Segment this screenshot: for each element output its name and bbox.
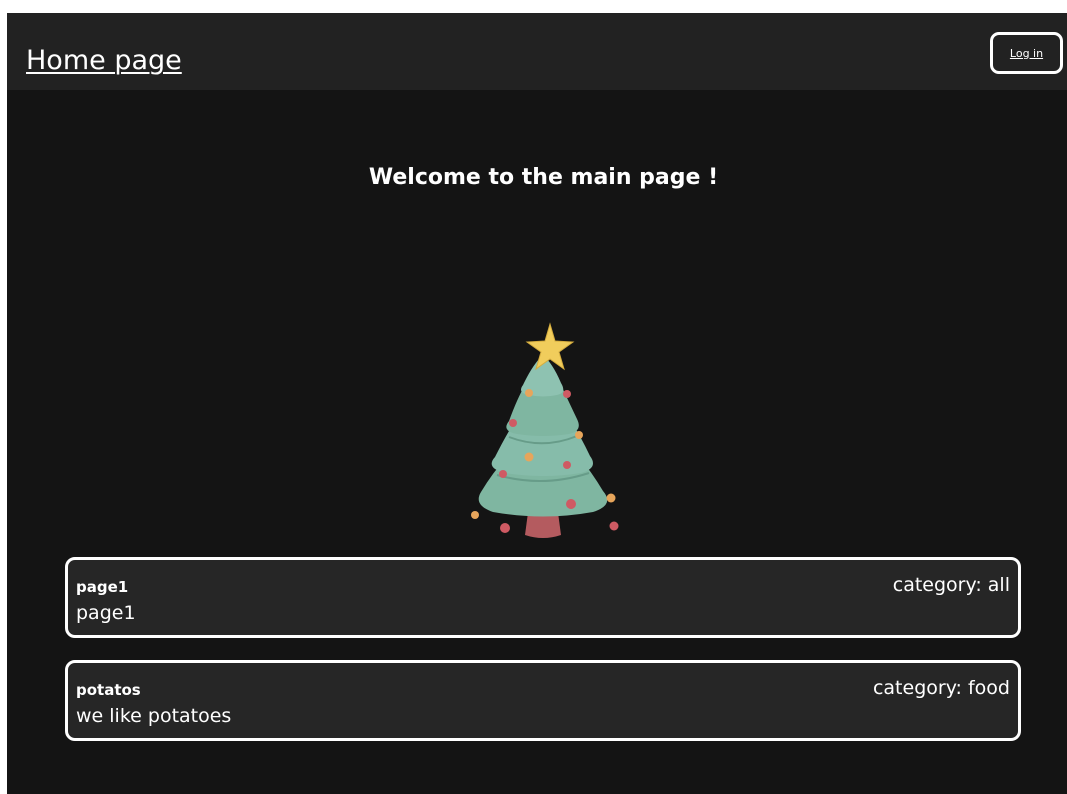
ornament-icon (563, 390, 571, 398)
welcome-heading: Welcome to the main page ! (368, 165, 719, 190)
ornament-icon (609, 521, 619, 531)
page: Home page Log in Welcome to the main pag… (7, 13, 1067, 794)
ornament-icon (606, 493, 616, 503)
ornament-icon (575, 431, 583, 439)
ornament-icon (524, 452, 534, 462)
star-icon (525, 322, 575, 371)
post-title: page1 (76, 578, 129, 596)
post-description: page1 (76, 602, 136, 624)
ornament-icon (525, 389, 533, 397)
post-description: we like potatoes (76, 705, 232, 727)
ornament-icon (499, 470, 507, 478)
ornament-icon (563, 461, 571, 469)
log-in-button[interactable]: Log in (990, 32, 1063, 74)
post-title: potatos (76, 681, 141, 699)
ornament-icon (471, 511, 479, 519)
post-category: category: food (872, 677, 1010, 699)
post-category: category: all (892, 574, 1010, 596)
ornament-icon (566, 499, 576, 509)
ornament-icon (509, 419, 517, 427)
christmas-tree-image (471, 322, 619, 538)
post-card[interactable]: potatos category: food we like potatoes (65, 660, 1021, 741)
ornament-icon (500, 523, 510, 533)
home-page-link[interactable]: Home page (26, 45, 182, 77)
post-card[interactable]: page1 category: all page1 (65, 557, 1021, 638)
navbar: Home page Log in (7, 13, 1067, 90)
